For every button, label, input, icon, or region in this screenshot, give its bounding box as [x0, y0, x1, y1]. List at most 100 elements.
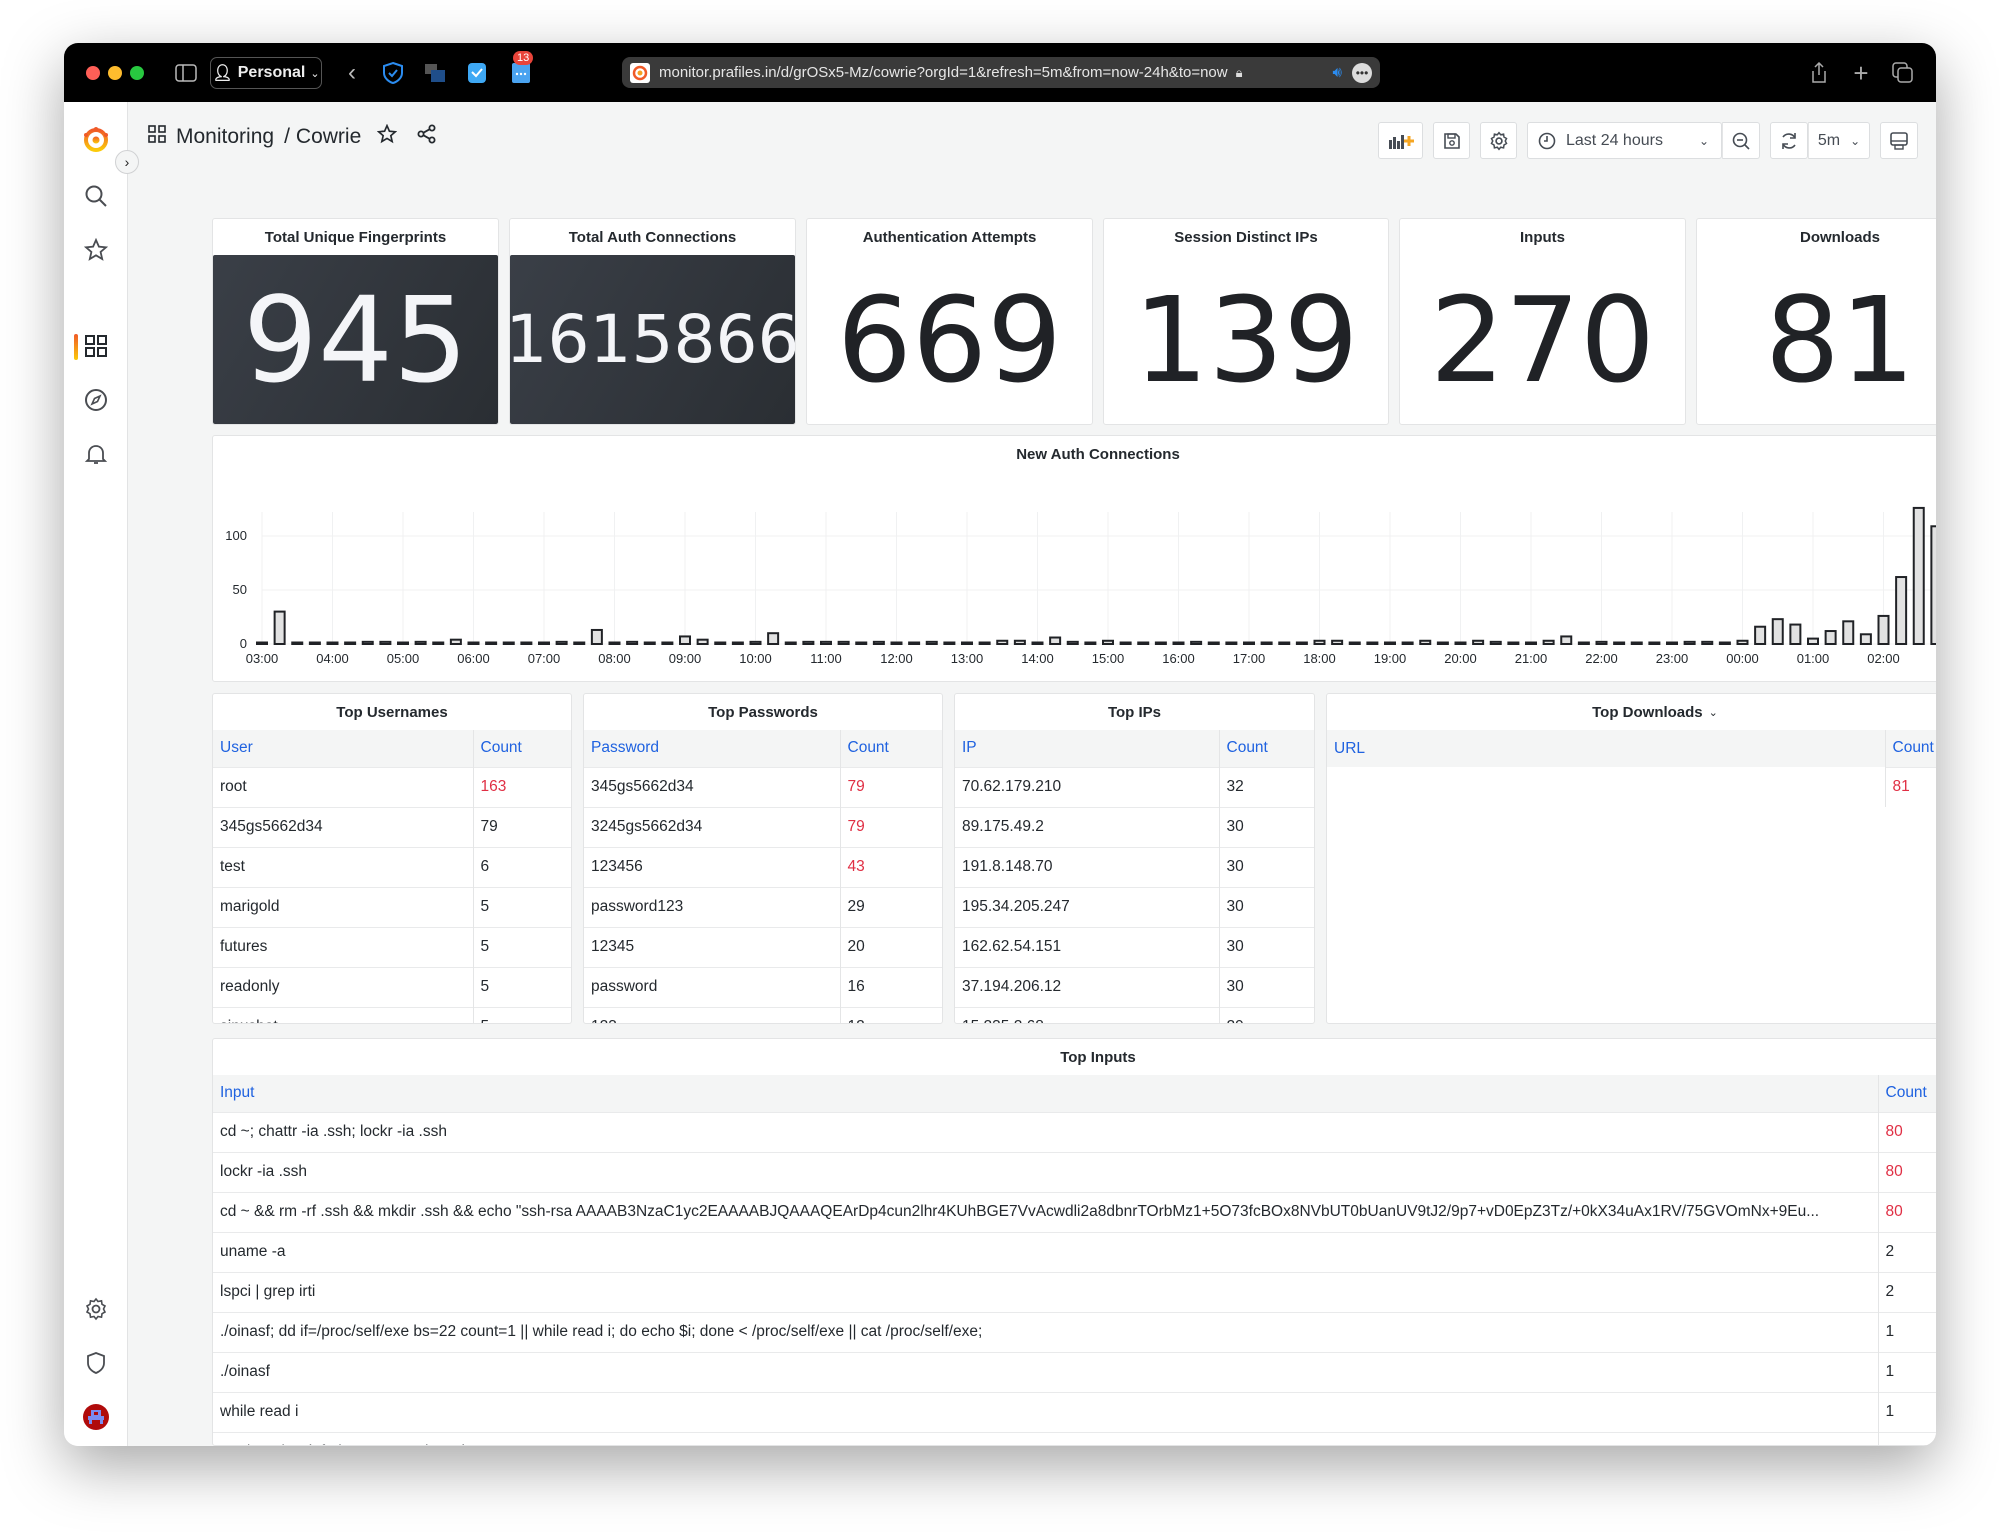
chart-bar[interactable]	[837, 640, 850, 645]
chart-bar[interactable]	[1172, 641, 1185, 645]
chart-bar[interactable]	[538, 641, 550, 645]
chart-bar[interactable]	[1348, 641, 1361, 645]
grafana-logo-icon[interactable]	[82, 126, 110, 154]
chart-bar[interactable]	[1066, 640, 1079, 645]
column-header-count[interactable]: Count	[1218, 730, 1314, 767]
chart-bar[interactable]	[1630, 641, 1643, 645]
chart-bar[interactable]	[1154, 641, 1167, 645]
chart-bar[interactable]	[943, 641, 956, 645]
chart-bar[interactable]	[1912, 506, 1925, 645]
chart-bar[interactable]	[308, 641, 321, 645]
chart-bar[interactable]	[749, 640, 762, 645]
column-header-count[interactable]: Count	[839, 730, 942, 767]
speaker-icon[interactable]: 🔊︎	[1333, 64, 1342, 81]
chart-bar[interactable]	[1331, 639, 1344, 645]
chart-bar[interactable]	[1859, 633, 1872, 645]
chart-bar[interactable]	[1560, 635, 1573, 646]
chart-bar[interactable]	[784, 641, 797, 645]
chart-bar[interactable]	[502, 641, 515, 645]
chart-bar[interactable]	[1613, 641, 1626, 645]
chart-bar[interactable]	[1877, 614, 1890, 645]
time-range-picker[interactable]: Last 24 hours ⌄	[1527, 122, 1722, 159]
dashboards-icon[interactable]	[82, 332, 110, 360]
chart-bar[interactable]	[256, 641, 268, 645]
alerting-bell-icon[interactable]	[82, 440, 110, 468]
dashboard-title[interactable]: Cowrie	[296, 125, 361, 149]
chart-bar[interactable]	[273, 610, 286, 646]
chart-bar[interactable]	[1419, 639, 1432, 645]
chart-bar[interactable]	[1278, 641, 1291, 645]
chart-bar[interactable]	[1084, 641, 1097, 645]
tab-overview-icon[interactable]	[1890, 58, 1916, 88]
chart-bar[interactable]	[978, 641, 991, 645]
settings-gear-icon[interactable]	[82, 1295, 110, 1323]
chart-bar[interactable]	[1436, 641, 1449, 645]
add-panel-button[interactable]	[1378, 122, 1423, 159]
maximize-window-button[interactable]	[130, 66, 144, 80]
chart-bar[interactable]	[1401, 641, 1414, 645]
chart-bar[interactable]	[1013, 639, 1026, 645]
chart-bar[interactable]	[802, 640, 815, 645]
chart-bar[interactable]	[1190, 640, 1203, 645]
save-dashboard-button[interactable]	[1433, 122, 1470, 159]
chart-bar[interactable]	[1701, 640, 1714, 645]
chart-bar[interactable]	[414, 640, 427, 645]
share-icon[interactable]	[1806, 58, 1832, 88]
chart-bar[interactable]	[961, 641, 973, 645]
chart-bar[interactable]	[520, 641, 533, 645]
chart-bar[interactable]	[1824, 630, 1837, 645]
back-icon[interactable]: ‹	[342, 58, 362, 88]
chart-bar[interactable]	[1930, 525, 1936, 645]
column-header-count[interactable]: Count	[472, 730, 571, 767]
chart-bar[interactable]	[731, 641, 744, 645]
breadcrumb-folder[interactable]: Monitoring	[176, 125, 274, 149]
address-bar[interactable]: monitor.prafiles.in/d/grOSx5-Mz/cowrie?o…	[622, 57, 1380, 88]
chart-bar[interactable]	[1243, 641, 1255, 645]
chart-bar[interactable]	[573, 641, 586, 645]
explore-compass-icon[interactable]	[82, 386, 110, 414]
dashboard-settings-button[interactable]	[1480, 122, 1517, 159]
column-header-name[interactable]: Password	[584, 730, 840, 767]
chart-bar[interactable]	[467, 641, 480, 645]
chart-bar[interactable]	[714, 641, 727, 645]
chart-bar[interactable]	[1472, 639, 1485, 645]
chart-bar[interactable]	[379, 640, 392, 645]
chart-bar[interactable]	[1577, 641, 1590, 645]
chart-bar[interactable]	[555, 640, 568, 645]
chart-bar[interactable]	[626, 640, 639, 645]
column-header-name[interactable]: IP	[955, 730, 1219, 767]
expand-sidebar-button[interactable]: ›	[115, 150, 139, 174]
chart-bar[interactable]	[1295, 641, 1308, 645]
sidebar-toggle-icon[interactable]	[174, 58, 198, 88]
new-tab-icon[interactable]: +	[1848, 58, 1874, 88]
chart-bar[interactable]	[1031, 641, 1044, 645]
chart-bar[interactable]	[449, 638, 462, 645]
chart-bar[interactable]	[925, 640, 938, 645]
chart-bar[interactable]	[1525, 641, 1537, 645]
chart-bar[interactable]	[872, 640, 885, 645]
chart-bar[interactable]	[1595, 640, 1608, 645]
starred-icon[interactable]	[82, 236, 110, 264]
chart-bar[interactable]	[1807, 637, 1819, 646]
minimize-window-button[interactable]	[108, 66, 122, 80]
chart-bar[interactable]	[361, 640, 374, 645]
chart-bar[interactable]	[590, 628, 603, 646]
chart-bar[interactable]	[1260, 641, 1273, 645]
bitwarden-extension-icon[interactable]	[464, 58, 490, 88]
column-header-name[interactable]: Input	[213, 1075, 1878, 1112]
chart-bar[interactable]	[1895, 576, 1908, 645]
chart-bar[interactable]	[432, 641, 445, 645]
chart-bar[interactable]	[1049, 636, 1062, 646]
chart-bar[interactable]	[1683, 640, 1696, 645]
column-header-count[interactable]: Count	[1877, 1075, 1936, 1112]
chart-bar[interactable]	[1842, 620, 1855, 646]
chart-bar[interactable]	[679, 635, 691, 646]
chart-bar[interactable]	[996, 639, 1009, 645]
chart-bar[interactable]	[1771, 618, 1784, 646]
panel-title-button[interactable]: Top Downloads ⌄	[1327, 694, 1936, 730]
chart-bar[interactable]	[1137, 641, 1150, 645]
star-dashboard-icon[interactable]	[376, 123, 398, 150]
chart-bar[interactable]	[344, 641, 357, 645]
chart-bar[interactable]	[890, 641, 903, 645]
refresh-button[interactable]	[1770, 122, 1808, 159]
